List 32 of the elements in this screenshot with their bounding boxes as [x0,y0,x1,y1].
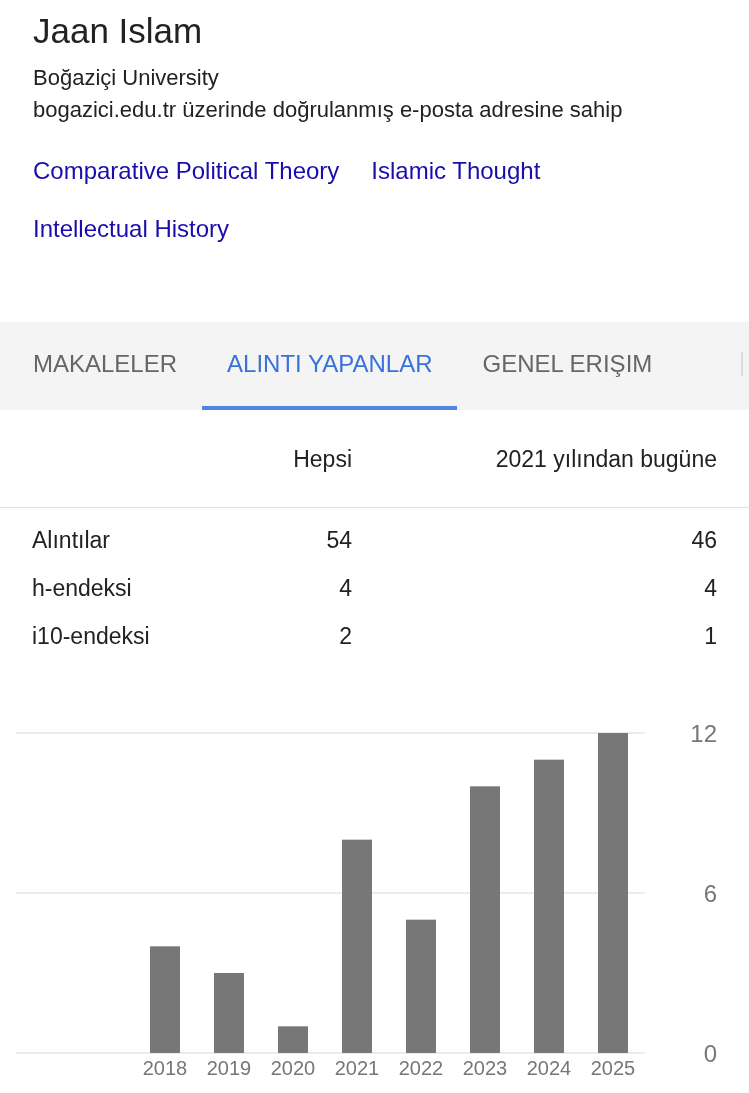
y-tick-label: 6 [703,880,717,907]
metric-value: 1 [703,622,717,651]
interest-link[interactable]: Comparative Political Theory [33,142,340,200]
metric-label: h-endeksi [32,574,133,603]
x-tick-label: 2024 [526,1057,572,1079]
y-tick-label: 0 [703,1040,717,1067]
x-tick-label: 2025 [590,1057,636,1079]
column-header: 2021 yılından bugüne [494,444,717,474]
tab[interactable]: ALINTI YAPANLAR [202,322,458,410]
x-tick-label: 2018 [142,1057,188,1079]
metric-value: 4 [338,574,352,603]
bar [278,1026,308,1053]
metric-value: 2 [338,622,352,651]
x-tick-label: 2021 [334,1057,380,1079]
metric-value: 54 [325,526,352,555]
x-tick-label: 2023 [462,1057,508,1079]
metric-value: 46 [690,526,717,555]
interest-link[interactable]: Intellectual History [33,200,230,258]
x-tick-label: 2019 [206,1057,252,1079]
affiliation: Boğaziçi University [33,64,220,92]
metric-value: 4 [703,574,717,603]
tab[interactable]: MAKALELER [8,322,203,410]
interest-link[interactable]: Islamic Thought [371,142,541,200]
y-tick-label: 12 [690,720,717,747]
tab[interactable]: GENEL ERIŞIM [457,322,678,410]
x-tick-label: 2020 [270,1057,316,1079]
profile-name: Jaan Islam [33,10,204,52]
metric-label: i10-endeksi [32,622,151,651]
column-header: Hepsi [292,444,352,474]
x-tick-label: 2022 [398,1057,444,1079]
metric-label: Alıntılar [32,526,111,555]
verified-email-note: bogazici.edu.tr üzerinde doğrulanmış e-posta adresine sahip [33,96,624,124]
